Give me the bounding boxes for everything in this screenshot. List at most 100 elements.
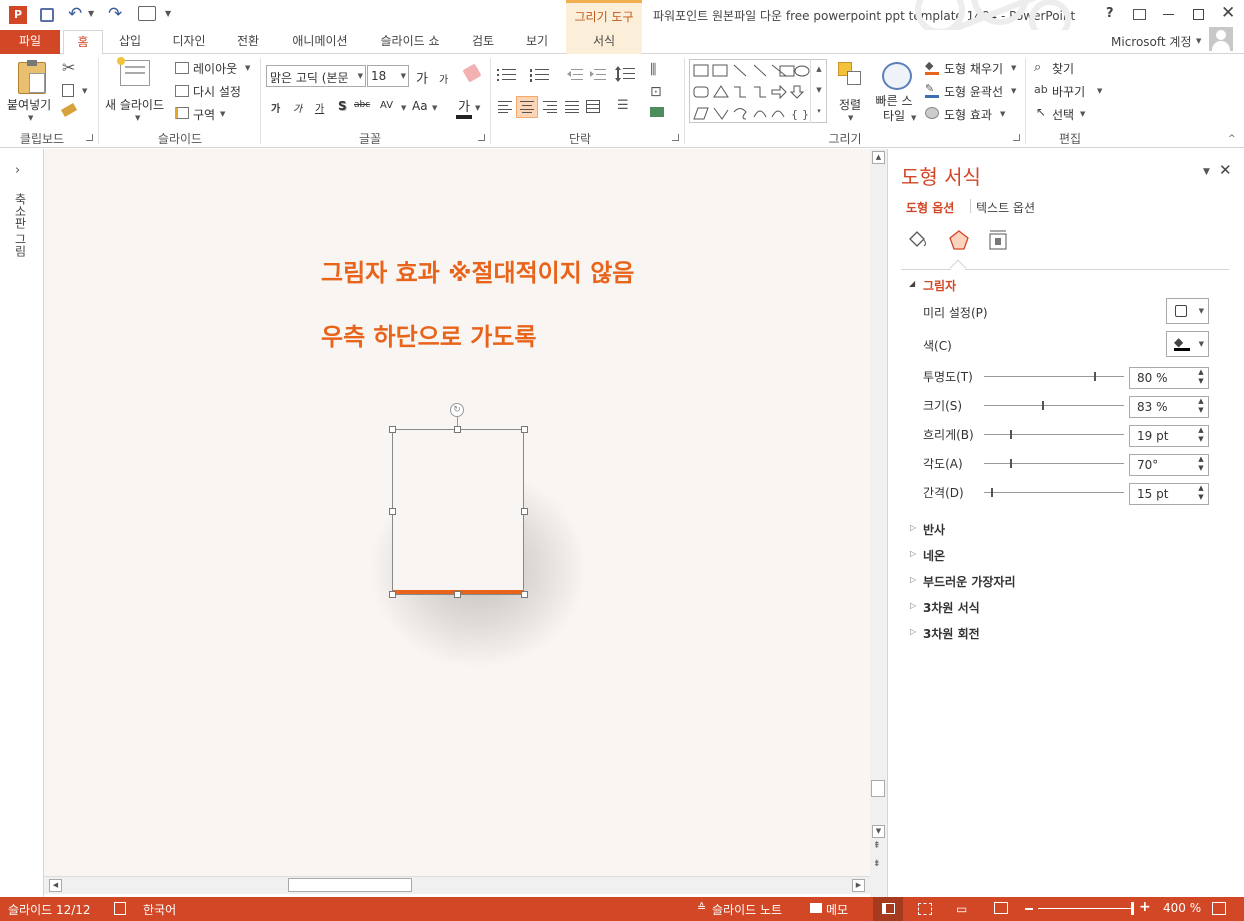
find-button[interactable]: 찾기 [1052, 60, 1074, 77]
spinner-value[interactable]: 70° [1137, 458, 1158, 472]
next-slide-icon[interactable]: ⇟ [873, 859, 881, 869]
font-size-select[interactable]: 18 ▼ [367, 65, 409, 87]
dialog-launcher-icon[interactable] [672, 134, 679, 141]
quick-styles-button[interactable]: 빠른 스타일 [872, 94, 916, 124]
redo-icon[interactable]: ↷ [108, 4, 122, 24]
underline-button[interactable]: 가 [315, 100, 324, 115]
bold-button[interactable]: 가 [271, 100, 280, 115]
collapsed-arrow-icon[interactable]: ▷ [910, 627, 916, 636]
pane-close-icon[interactable]: ✕ [1219, 161, 1232, 179]
section-glow[interactable]: 네온 [923, 547, 945, 564]
columns-icon[interactable]: ☰ [617, 98, 629, 113]
smartart-icon[interactable] [650, 107, 664, 117]
scroll-left-icon[interactable]: ◀ [49, 879, 62, 892]
avatar[interactable] [1209, 27, 1233, 51]
change-case-dropdown-icon[interactable]: ▼ [432, 104, 437, 112]
align-text-icon[interactable]: ⊡ [650, 84, 662, 100]
normal-view-button[interactable] [873, 897, 903, 921]
tab-shape-options[interactable]: 도형 옵션 [906, 199, 954, 216]
format-painter-icon[interactable] [60, 103, 78, 117]
new-slide-dropdown-icon[interactable]: ▼ [135, 114, 140, 122]
presets-dropdown-icon[interactable]: ▼ [1199, 307, 1204, 315]
resize-handle[interactable] [521, 508, 528, 515]
shadow-row-spinner[interactable]: 80 % ▲ ▼ [1129, 367, 1209, 389]
spinner-value[interactable]: 15 pt [1137, 487, 1168, 501]
bullets-icon[interactable] [497, 68, 519, 82]
tab-transitions[interactable]: 전환 [228, 30, 268, 54]
collapsed-arrow-icon[interactable]: ▷ [910, 601, 916, 610]
strikethrough-button[interactable]: abc [354, 100, 370, 110]
ribbon-display-options-icon[interactable] [1133, 9, 1146, 20]
char-spacing-dropdown-icon[interactable]: ▼ [401, 104, 406, 112]
paste-dropdown-icon[interactable]: ▼ [28, 114, 33, 122]
slide-canvas[interactable]: 그림자 효과 ※절대적이지 않음 우측 하단으로 가도록 ↻ [44, 149, 870, 876]
reading-view-icon[interactable]: ▭ [956, 902, 967, 916]
slider-thumb[interactable] [1010, 459, 1012, 468]
shadow-row-spinner[interactable]: 15 pt ▲ ▼ [1129, 483, 1209, 505]
section-button[interactable]: 구역 [193, 106, 215, 123]
color-picker-button[interactable]: ◆ ▼ [1166, 331, 1209, 357]
new-slide-button[interactable]: 새 슬라이드 [105, 96, 164, 113]
font-color-dropdown-icon[interactable]: ▼ [475, 104, 480, 112]
spinner-arrows-icon[interactable]: ▲ ▼ [1194, 368, 1208, 388]
shrink-font-button[interactable]: 가 [439, 71, 448, 86]
scroll-thumb[interactable] [871, 780, 885, 797]
resize-handle[interactable] [389, 508, 396, 515]
clear-formatting-icon[interactable] [462, 63, 482, 83]
copy-icon[interactable] [62, 84, 74, 97]
maximize-button[interactable] [1193, 9, 1204, 20]
slider-thumb[interactable] [1094, 372, 1096, 381]
spinner-arrows-icon[interactable]: ▲ ▼ [1194, 484, 1208, 504]
gallery-scroll[interactable]: ▲ ▼ ▾ [810, 59, 827, 123]
language-indicator[interactable]: 한국어 [143, 901, 176, 918]
quick-styles-icon[interactable] [882, 62, 912, 90]
line-spacing-icon[interactable] [615, 66, 635, 82]
increase-indent-icon[interactable] [590, 68, 606, 82]
undo-icon[interactable]: ↶ [68, 4, 82, 24]
shapes-gallery[interactable]: {} [689, 59, 827, 123]
rotation-handle-icon[interactable]: ↻ [450, 403, 464, 417]
shape-fill-dropdown-icon[interactable]: ▼ [1011, 64, 1016, 72]
tab-review[interactable]: 검토 [463, 30, 503, 54]
scroll-up-icon[interactable]: ▲ [872, 151, 885, 164]
slider-thumb[interactable] [1010, 430, 1012, 439]
zoom-level[interactable]: 400 % [1163, 901, 1201, 915]
arrange-dropdown-icon[interactable]: ▼ [848, 114, 853, 122]
slideshow-icon[interactable] [994, 902, 1008, 914]
dialog-launcher-icon[interactable] [478, 134, 485, 141]
h-scroll-thumb[interactable] [288, 878, 412, 892]
presets-button[interactable]: ▼ [1166, 298, 1209, 324]
minimize-button[interactable] [1163, 14, 1174, 15]
expand-thumbnails-icon[interactable]: › [15, 163, 20, 178]
shadow-row-slider[interactable] [984, 401, 1124, 410]
resize-handle[interactable] [454, 591, 461, 598]
zoom-slider-track[interactable] [1038, 908, 1134, 909]
spell-check-icon[interactable] [114, 902, 126, 915]
shape-outline-dropdown-icon[interactable]: ▼ [1011, 87, 1016, 95]
shadow-row-slider[interactable] [984, 430, 1124, 439]
thumbnails-label[interactable]: 축소판 그림 [12, 193, 29, 257]
account-dropdown-icon[interactable]: ▼ [1196, 37, 1201, 45]
effects-icon[interactable] [948, 229, 970, 251]
previous-slide-icon[interactable]: ⇞ [873, 841, 881, 851]
align-left-icon[interactable] [498, 101, 512, 113]
spinner-arrows-icon[interactable]: ▲ ▼ [1194, 455, 1208, 475]
collapsed-arrow-icon[interactable]: ▷ [910, 575, 916, 584]
spinner-arrows-icon[interactable]: ▲ ▼ [1194, 397, 1208, 417]
scroll-right-icon[interactable]: ▶ [852, 879, 865, 892]
cut-icon[interactable]: ✂ [62, 58, 75, 77]
shadow-row-spinner[interactable]: 70° ▲ ▼ [1129, 454, 1209, 476]
paste-icon[interactable] [18, 60, 46, 94]
fill-line-icon[interactable] [906, 229, 928, 251]
resize-handle[interactable] [454, 426, 461, 433]
numbering-icon[interactable] [530, 68, 552, 82]
slide-indicator[interactable]: 슬라이드 12/12 [8, 901, 91, 918]
font-name-select[interactable]: 맑은 고딕 (본문 ▼ [266, 65, 366, 87]
collapsed-arrow-icon[interactable]: ▷ [910, 523, 916, 532]
section-soft-edges[interactable]: 부드러운 가장자리 [923, 573, 1016, 590]
decrease-indent-icon[interactable] [567, 68, 583, 82]
slider-thumb[interactable] [1042, 401, 1044, 410]
customize-toolbar-icon[interactable]: ▼ [165, 9, 171, 18]
section-reflection[interactable]: 반사 [923, 521, 945, 538]
distributed-icon[interactable] [586, 100, 600, 114]
